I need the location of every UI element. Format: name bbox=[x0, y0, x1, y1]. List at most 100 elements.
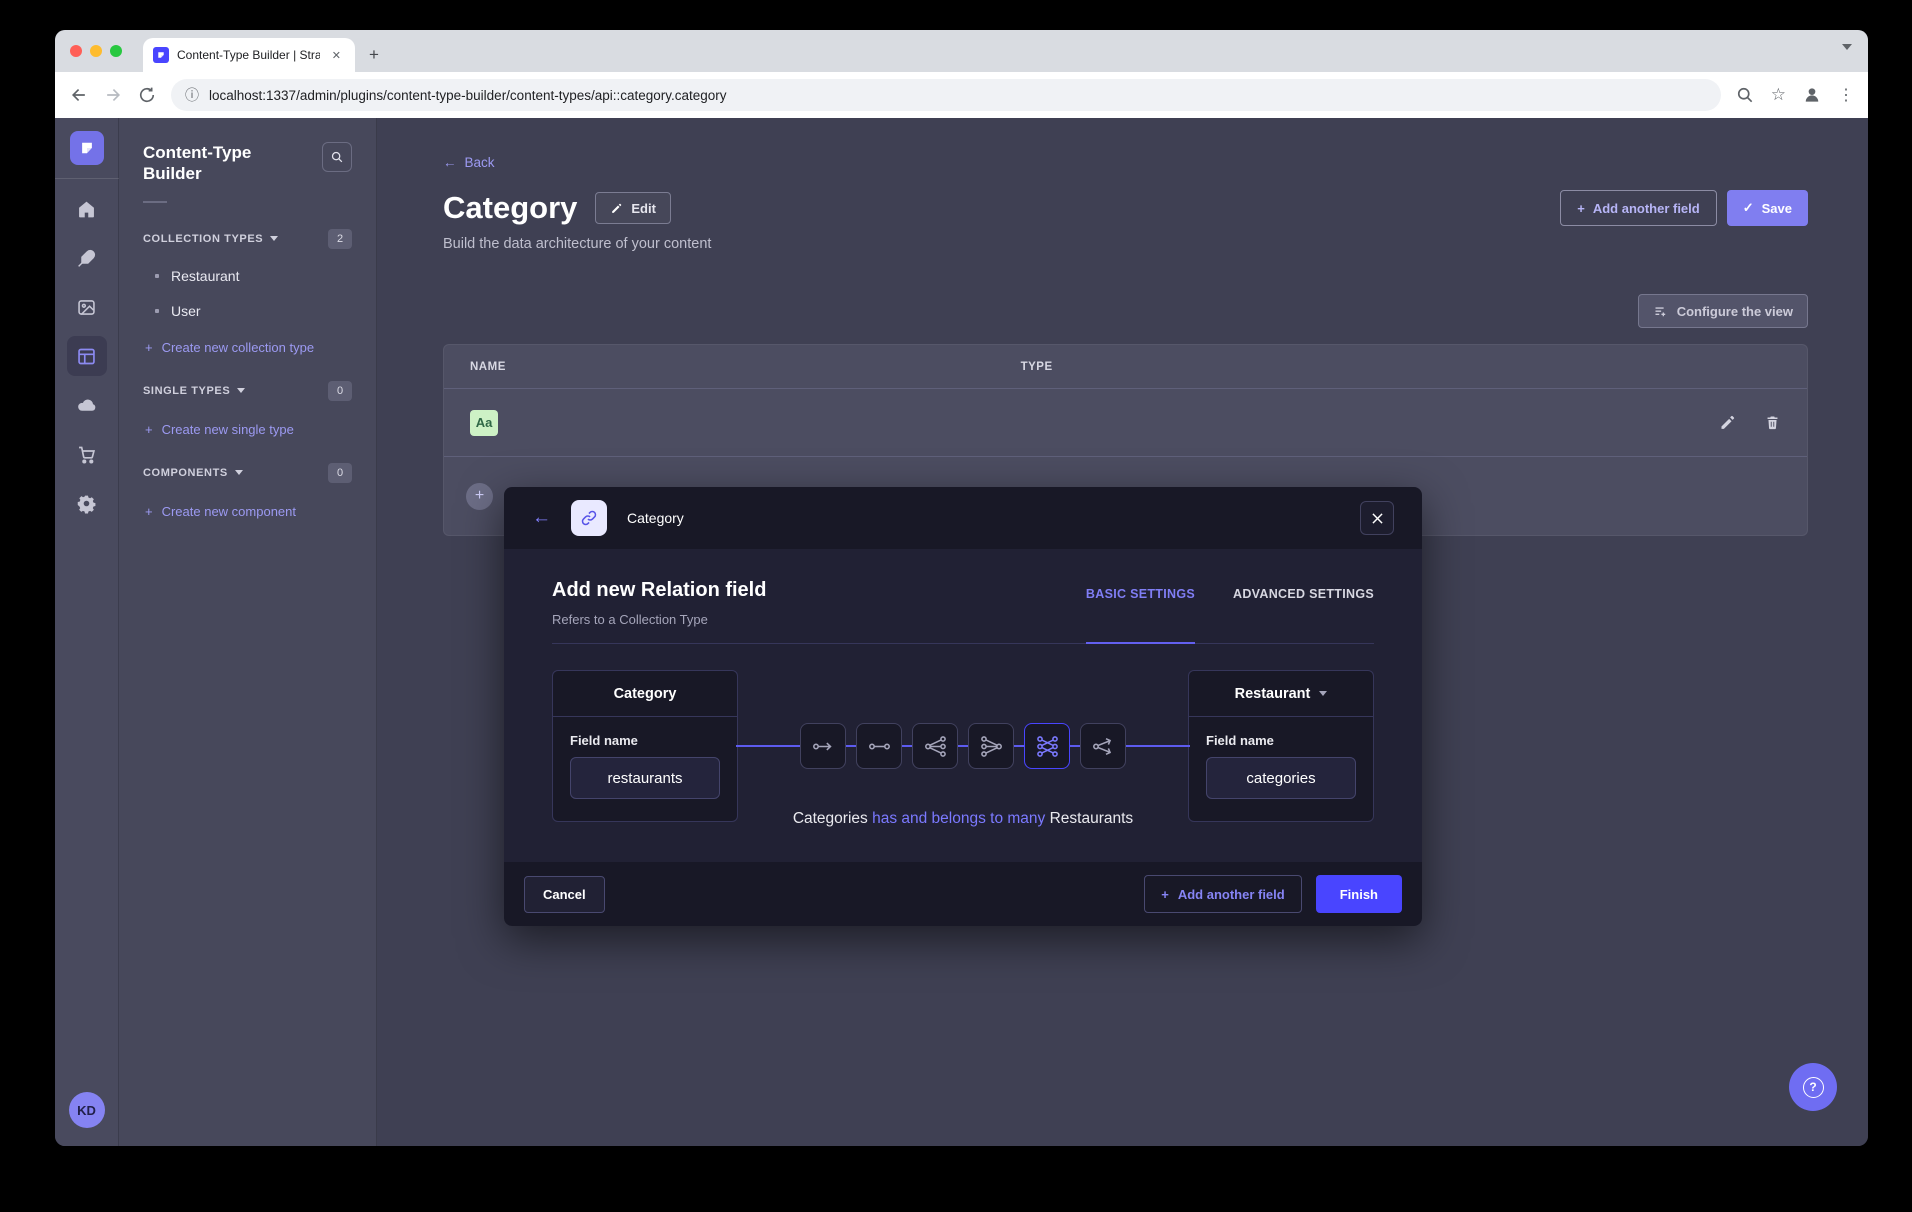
content-type-builder-icon[interactable] bbox=[67, 336, 107, 376]
finish-button[interactable]: Finish bbox=[1316, 875, 1402, 913]
new-tab-button[interactable]: + bbox=[369, 45, 379, 65]
plus-icon: + bbox=[145, 422, 153, 437]
plus-icon: + bbox=[145, 504, 153, 519]
reload-icon[interactable] bbox=[137, 85, 157, 105]
dropdown-value: Restaurant bbox=[1235, 686, 1311, 702]
cloud-icon[interactable] bbox=[67, 385, 107, 425]
relation-manytoone-button[interactable] bbox=[968, 723, 1014, 769]
forward-icon[interactable] bbox=[103, 85, 123, 105]
relation-sentence: Categories has and belongs to many Resta… bbox=[793, 810, 1133, 828]
source-card-header: Category bbox=[553, 671, 737, 717]
close-window-button[interactable] bbox=[70, 45, 82, 57]
browser-tabbar: Content-Type Builder | Strapi ✕ + bbox=[55, 30, 1868, 72]
modal-body: Add new Relation field Refers to a Colle… bbox=[504, 549, 1422, 862]
section-single-types[interactable]: SINGLE TYPES 0 bbox=[143, 381, 352, 401]
sidebar-item-restaurant[interactable]: Restaurant bbox=[155, 268, 352, 284]
chevron-down-icon bbox=[1319, 691, 1327, 696]
zoom-icon[interactable] bbox=[1735, 85, 1755, 105]
tab-close-icon[interactable]: ✕ bbox=[328, 47, 345, 64]
sentence-object: Restaurants bbox=[1050, 810, 1134, 827]
save-button[interactable]: ✓ Save bbox=[1727, 190, 1808, 226]
url-text: localhost:1337/admin/plugins/content-typ… bbox=[209, 88, 727, 103]
sidebar-item-label: Restaurant bbox=[171, 268, 239, 284]
site-info-icon[interactable]: ⓘ bbox=[185, 85, 199, 105]
menu-dots-icon[interactable]: ⋮ bbox=[1838, 85, 1854, 105]
tab-basic-settings[interactable]: BASIC SETTINGS bbox=[1086, 587, 1195, 644]
browser-tab[interactable]: Content-Type Builder | Strapi ✕ bbox=[143, 38, 355, 72]
home-icon[interactable] bbox=[67, 189, 107, 229]
content-manager-icon[interactable] bbox=[67, 238, 107, 278]
create-single-type-link[interactable]: + Create new single type bbox=[145, 422, 352, 437]
relation-manytomany-button[interactable] bbox=[1024, 723, 1070, 769]
sentence-subject: Categories bbox=[793, 810, 868, 827]
configure-view-button[interactable]: Configure the view bbox=[1638, 294, 1808, 328]
strapi-logo[interactable] bbox=[70, 131, 104, 165]
plus-circle-icon: + bbox=[466, 483, 493, 510]
profile-icon[interactable] bbox=[1802, 85, 1822, 105]
help-button[interactable]: ? bbox=[1789, 1063, 1837, 1111]
question-mark-icon: ? bbox=[1803, 1077, 1824, 1098]
sidebar-item-user[interactable]: User bbox=[155, 303, 352, 319]
minimize-window-button[interactable] bbox=[90, 45, 102, 57]
tab-advanced-settings[interactable]: ADVANCED SETTINGS bbox=[1233, 587, 1374, 643]
traffic-lights bbox=[70, 45, 122, 57]
target-field-name-input[interactable] bbox=[1206, 757, 1356, 799]
sidebar-divider bbox=[143, 201, 167, 203]
relation-oneway-button[interactable] bbox=[800, 723, 846, 769]
page-title: Category bbox=[443, 190, 577, 226]
modal-tabs: BASIC SETTINGS ADVANCED SETTINGS bbox=[1086, 579, 1374, 643]
table-row[interactable]: Aa bbox=[444, 389, 1807, 457]
edit-button[interactable]: Edit bbox=[595, 192, 671, 224]
bookmark-star-icon[interactable]: ☆ bbox=[1771, 85, 1786, 105]
browser-window: Content-Type Builder | Strapi ✕ + ⓘ loca… bbox=[55, 30, 1868, 1146]
relation-onetomany-button[interactable] bbox=[912, 723, 958, 769]
bullet-icon bbox=[155, 274, 159, 278]
section-label: SINGLE TYPES bbox=[143, 385, 230, 397]
link-label: Create new collection type bbox=[162, 340, 314, 355]
chevron-down-icon bbox=[270, 236, 278, 241]
tab-search-chevron-icon[interactable] bbox=[1842, 44, 1852, 50]
source-field-name-input[interactable] bbox=[570, 757, 720, 799]
create-component-link[interactable]: + Create new component bbox=[145, 504, 352, 519]
pencil-icon bbox=[610, 202, 623, 215]
button-label: Save bbox=[1762, 201, 1792, 216]
modal-footer: Cancel + Add another field Finish bbox=[504, 862, 1422, 926]
column-name: NAME bbox=[470, 361, 1021, 373]
nav-rail: KD bbox=[55, 118, 119, 1146]
relation-manyway-button[interactable] bbox=[1080, 723, 1126, 769]
section-components[interactable]: COMPONENTS 0 bbox=[143, 463, 352, 483]
modal-back-icon[interactable]: ← bbox=[532, 507, 551, 529]
modal-header: ← Category bbox=[504, 487, 1422, 549]
edit-pencil-icon[interactable] bbox=[1719, 414, 1736, 431]
back-link[interactable]: ← Back bbox=[443, 155, 495, 170]
relation-connector: Categories has and belongs to many Resta… bbox=[738, 670, 1188, 822]
strapi-favicon-icon bbox=[153, 47, 169, 63]
back-label: Back bbox=[465, 155, 495, 170]
arrow-left-icon: ← bbox=[443, 155, 457, 170]
source-card: Category Field name bbox=[552, 670, 738, 822]
url-field[interactable]: ⓘ localhost:1337/admin/plugins/content-t… bbox=[171, 79, 1721, 111]
column-type: TYPE bbox=[1021, 361, 1781, 373]
zoom-window-button[interactable] bbox=[110, 45, 122, 57]
relation-modal: ← Category Add new Relation field Refers… bbox=[504, 487, 1422, 926]
back-icon[interactable] bbox=[69, 85, 89, 105]
create-collection-type-link[interactable]: + Create new collection type bbox=[145, 340, 352, 355]
delete-trash-icon[interactable] bbox=[1764, 414, 1781, 431]
section-count-badge: 0 bbox=[328, 463, 352, 483]
settings-gear-icon[interactable] bbox=[67, 483, 107, 523]
modal-close-button[interactable] bbox=[1360, 501, 1394, 535]
user-avatar[interactable]: KD bbox=[69, 1092, 105, 1128]
marketplace-cart-icon[interactable] bbox=[67, 434, 107, 474]
cancel-button[interactable]: Cancel bbox=[524, 876, 605, 913]
field-name-label: Field name bbox=[570, 733, 720, 748]
section-collection-types[interactable]: COLLECTION TYPES 2 bbox=[143, 229, 352, 249]
add-another-field-button[interactable]: + Add another field bbox=[1560, 190, 1716, 226]
target-collection-dropdown[interactable]: Restaurant bbox=[1189, 671, 1373, 717]
relation-onetoone-button[interactable] bbox=[856, 723, 902, 769]
modal-add-another-field-button[interactable]: + Add another field bbox=[1144, 875, 1301, 913]
media-library-icon[interactable] bbox=[67, 287, 107, 327]
sidebar-title: Content-Type Builder bbox=[143, 142, 283, 185]
plus-icon: + bbox=[145, 340, 153, 355]
search-button[interactable] bbox=[322, 142, 352, 172]
edit-label: Edit bbox=[631, 201, 656, 216]
